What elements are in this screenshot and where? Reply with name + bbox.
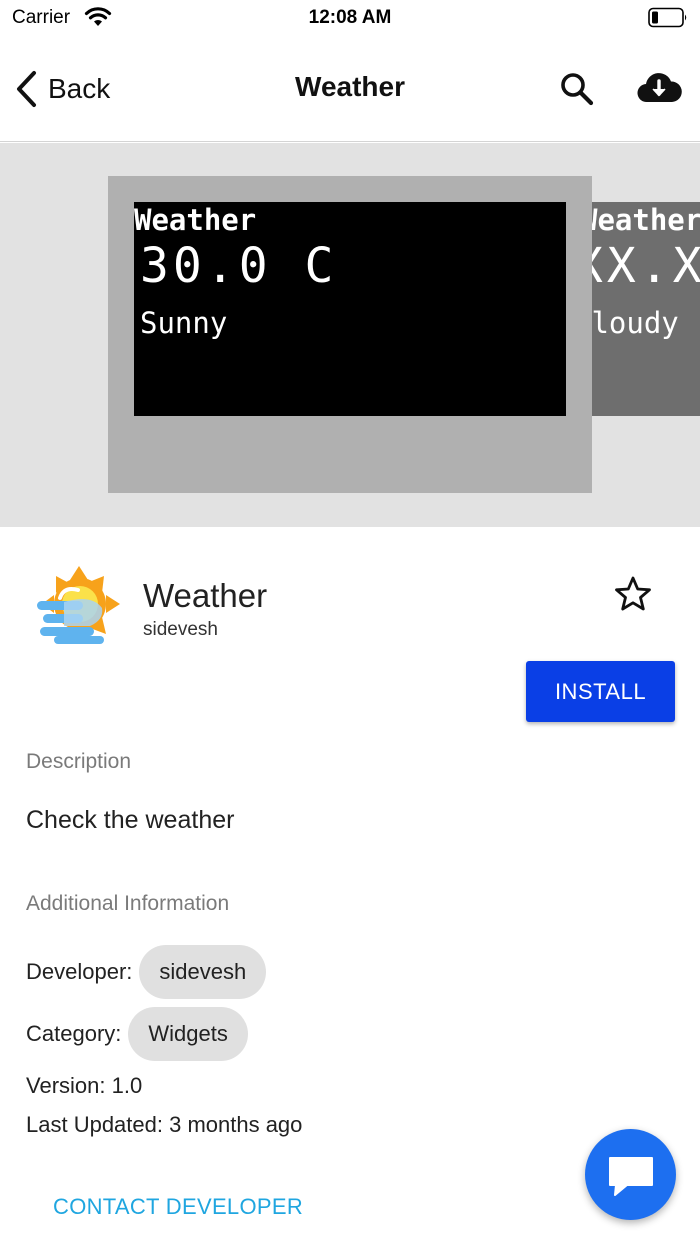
status-time: 12:08 AM — [308, 7, 392, 28]
screenshot-title: Weather — [134, 203, 257, 237]
description-heading: Description — [26, 750, 132, 773]
app-name: Weather — [143, 577, 268, 614]
category-row: Category: Widgets — [26, 1007, 248, 1061]
screenshot-title: Weather — [592, 203, 700, 237]
battery-icon — [648, 7, 687, 28]
screenshot-condition: Cloudy — [592, 306, 679, 340]
screenshot-condition: Sunny — [140, 306, 228, 340]
category-label: Category: — [26, 1021, 122, 1046]
app-developer[interactable]: sidevesh — [143, 619, 218, 641]
status-bar: Carrier 12:08 AM — [0, 0, 700, 38]
back-button[interactable]: Back — [14, 68, 110, 110]
screenshot-card[interactable]: Weather 30.0 C Sunny — [108, 176, 592, 493]
back-label: Back — [48, 73, 111, 104]
screenshot-temperature: XX.X — [592, 238, 700, 294]
developer-label: Developer: — [26, 959, 133, 984]
chat-fab-button[interactable] — [585, 1129, 676, 1220]
additional-info-heading: Additional Information — [26, 892, 230, 915]
screenshot-display: Weather 30.0 C Sunny — [134, 202, 566, 416]
contact-developer-button[interactable]: CONTACT DEVELOPER — [53, 1194, 303, 1220]
developer-row: Developer: sidevesh — [26, 945, 267, 999]
chat-icon — [609, 1157, 653, 1196]
star-outline-icon[interactable] — [614, 575, 652, 613]
nav-bar: Back Weather — [0, 38, 700, 142]
chevron-left-icon — [17, 71, 36, 107]
screenshot-temperature: 30.0 C — [140, 238, 338, 294]
cloud-download-icon[interactable] — [636, 68, 682, 108]
search-icon[interactable] — [558, 70, 596, 108]
description-text: Check the weather — [26, 806, 235, 834]
category-chip[interactable]: Widgets — [128, 1007, 248, 1061]
screenshot-card-next[interactable]: Weather XX.X Cloudy — [592, 202, 700, 416]
last-updated-text: Last Updated: 3 months ago — [26, 1112, 303, 1137]
weather-app-icon — [37, 566, 120, 644]
version-text: Version: 1.0 — [26, 1073, 143, 1098]
screenshot-gallery[interactable]: Weather 30.0 C Sunny Weather XX.X Cloudy — [0, 143, 700, 527]
developer-chip[interactable]: sidevesh — [139, 945, 267, 999]
install-button[interactable]: INSTALL — [526, 661, 675, 722]
